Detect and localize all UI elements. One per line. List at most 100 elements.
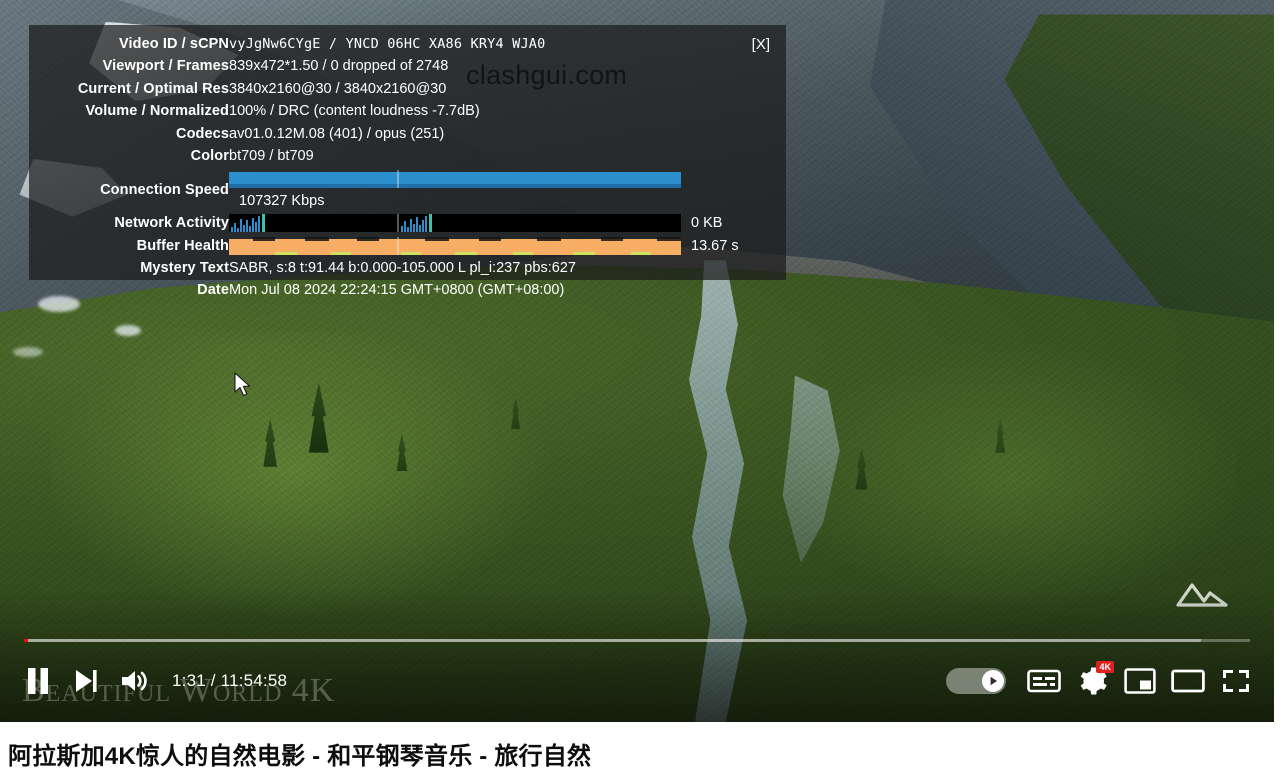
next-video-button[interactable] bbox=[62, 657, 110, 705]
net-marker bbox=[429, 214, 432, 233]
buffer-health-graph bbox=[229, 236, 681, 255]
stats-graph-row-network: Network Activity 0 KB bbox=[37, 212, 774, 234]
stats-value: 107327 Kbps bbox=[229, 167, 774, 212]
buffer-accent bbox=[331, 251, 351, 255]
stats-row: Codecs av01.0.12M.08 (401) / opus (251) bbox=[37, 123, 774, 145]
buffer-accent bbox=[275, 251, 297, 255]
mute-volume-button[interactable] bbox=[110, 657, 158, 705]
net-bar bbox=[401, 226, 403, 233]
player-controls: 1:31 / 11:54:58 4K bbox=[0, 654, 1274, 708]
buffer-accent bbox=[401, 251, 421, 255]
net-bar bbox=[258, 216, 260, 233]
graph-divider bbox=[397, 169, 399, 188]
buffer-notch bbox=[425, 236, 449, 241]
net-marker bbox=[262, 214, 265, 233]
stats-label: Connection Speed bbox=[100, 181, 229, 198]
stats-value: 100% / DRC (content loudness -7.7dB) bbox=[229, 103, 480, 120]
buffer-notch bbox=[253, 236, 275, 241]
connection-speed-graph bbox=[229, 169, 681, 188]
stats-label: Date bbox=[197, 282, 229, 299]
buffer-accent bbox=[631, 251, 651, 255]
stats-value: bt709 / bt709 bbox=[229, 148, 314, 165]
connection-baseline bbox=[229, 183, 681, 188]
settings-button[interactable]: 4K bbox=[1068, 657, 1116, 705]
progress-played bbox=[24, 639, 29, 642]
stats-value: av01.0.12M.08 (401) / opus (251) bbox=[229, 125, 445, 142]
graph-divider bbox=[397, 214, 399, 233]
net-bar bbox=[240, 219, 242, 233]
stats-label: Viewport / Frames bbox=[102, 58, 229, 75]
graph-divider bbox=[397, 236, 399, 255]
stats-label: Current / Optimal Res bbox=[77, 80, 229, 97]
subtitles-button[interactable] bbox=[1020, 657, 1068, 705]
buffer-notch bbox=[601, 236, 623, 241]
page-root: [X] Video ID / sCPN vyJgNw6CYgE / YNCD 0… bbox=[0, 0, 1286, 780]
net-bar bbox=[419, 225, 421, 233]
pause-button[interactable] bbox=[14, 657, 62, 705]
close-icon[interactable]: [X] bbox=[752, 34, 770, 56]
miniplayer-button[interactable] bbox=[1116, 657, 1164, 705]
progress-loaded bbox=[24, 639, 1201, 642]
stats-graph-row-buffer: Buffer Health 13.67 s bbox=[37, 235, 774, 257]
fullscreen-button[interactable] bbox=[1212, 657, 1260, 705]
stats-value: Mon Jul 08 2024 22:24:15 GMT+0800 (GMT+0… bbox=[229, 282, 565, 299]
stats-value: 3840x2160@30 / 3840x2160@30 bbox=[229, 80, 447, 97]
net-bar bbox=[416, 217, 418, 233]
connection-speed-value: 107327 Kbps bbox=[239, 192, 325, 209]
progress-bar[interactable] bbox=[24, 639, 1250, 642]
net-bar bbox=[252, 218, 254, 233]
network-activity-value: 0 KB bbox=[691, 215, 723, 232]
stats-value: 839x472*1.50 / 0 dropped of 2748 bbox=[229, 58, 449, 75]
net-bar bbox=[243, 225, 245, 233]
stats-row: Viewport / Frames 839x472*1.50 / 0 dropp… bbox=[37, 55, 774, 77]
theater-mode-button[interactable] bbox=[1164, 657, 1212, 705]
stats-row: Current / Optimal Res 3840x2160@30 / 384… bbox=[37, 78, 774, 100]
stats-label: Mystery Text bbox=[140, 260, 229, 277]
stats-label: Color bbox=[190, 148, 229, 165]
net-bar bbox=[237, 228, 239, 233]
net-bar bbox=[246, 220, 248, 233]
stats-value: vyJgNw6CYgE / YNCD 06HC XA86 KRY4 WJA0 bbox=[229, 36, 546, 52]
network-activity-graph bbox=[229, 214, 681, 233]
stats-label: Codecs bbox=[176, 125, 229, 142]
autoplay-toggle[interactable] bbox=[946, 668, 1006, 694]
net-bar bbox=[231, 227, 233, 233]
buffer-notch bbox=[657, 236, 681, 241]
page-title: 阿拉斯加4K惊人的自然电影 - 和平钢琴音乐 - 旅行自然 bbox=[8, 743, 592, 770]
stats-row: Date Mon Jul 08 2024 22:24:15 GMT+0800 (… bbox=[37, 279, 774, 301]
stats-label: Video ID / sCPN bbox=[118, 36, 229, 52]
stats-row: Mystery Text SABR, s:8 t:91.44 b:0.000-1… bbox=[37, 257, 774, 279]
net-bar bbox=[404, 221, 406, 233]
buffer-notch bbox=[357, 236, 379, 241]
buffer-accent bbox=[455, 251, 477, 255]
buffer-notch bbox=[305, 236, 329, 241]
buffer-accent bbox=[573, 251, 595, 255]
net-bar bbox=[413, 224, 415, 233]
buffer-notch bbox=[479, 236, 501, 241]
stats-row: Volume / Normalized 100% / DRC (content … bbox=[37, 100, 774, 122]
settings-quality-badge: 4K bbox=[1096, 661, 1114, 673]
stats-row: Video ID / sCPN vyJgNw6CYgE / YNCD 06HC … bbox=[37, 33, 774, 55]
stats-table: Video ID / sCPN vyJgNw6CYgE / YNCD 06HC … bbox=[37, 33, 774, 302]
stats-value: 13.67 s bbox=[229, 235, 774, 257]
net-bar bbox=[407, 227, 409, 233]
video-player[interactable]: [X] Video ID / sCPN vyJgNw6CYgE / YNCD 0… bbox=[0, 0, 1274, 722]
net-bar bbox=[425, 216, 427, 233]
stats-label: Network Activity bbox=[114, 215, 229, 232]
autoplay-knob bbox=[982, 670, 1004, 692]
stats-row: Color bt709 / bt709 bbox=[37, 145, 774, 167]
stats-value: 0 KB bbox=[229, 212, 774, 234]
net-bar bbox=[422, 220, 424, 233]
time-display: 1:31 / 11:54:58 bbox=[172, 671, 288, 690]
net-bar bbox=[255, 222, 257, 233]
channel-mountain-icon bbox=[1174, 577, 1232, 614]
stats-graph-row-connection: Connection Speed 107327 Kbps bbox=[37, 167, 774, 212]
buffer-notch bbox=[537, 236, 561, 241]
net-bar bbox=[249, 226, 251, 233]
stats-label: Volume / Normalized bbox=[85, 103, 229, 120]
net-bar bbox=[410, 219, 412, 233]
buffer-health-value: 13.67 s bbox=[691, 237, 739, 254]
net-bar bbox=[234, 223, 236, 233]
buffer-accent bbox=[513, 251, 533, 255]
stats-for-nerds-panel[interactable]: [X] Video ID / sCPN vyJgNw6CYgE / YNCD 0… bbox=[29, 25, 786, 298]
